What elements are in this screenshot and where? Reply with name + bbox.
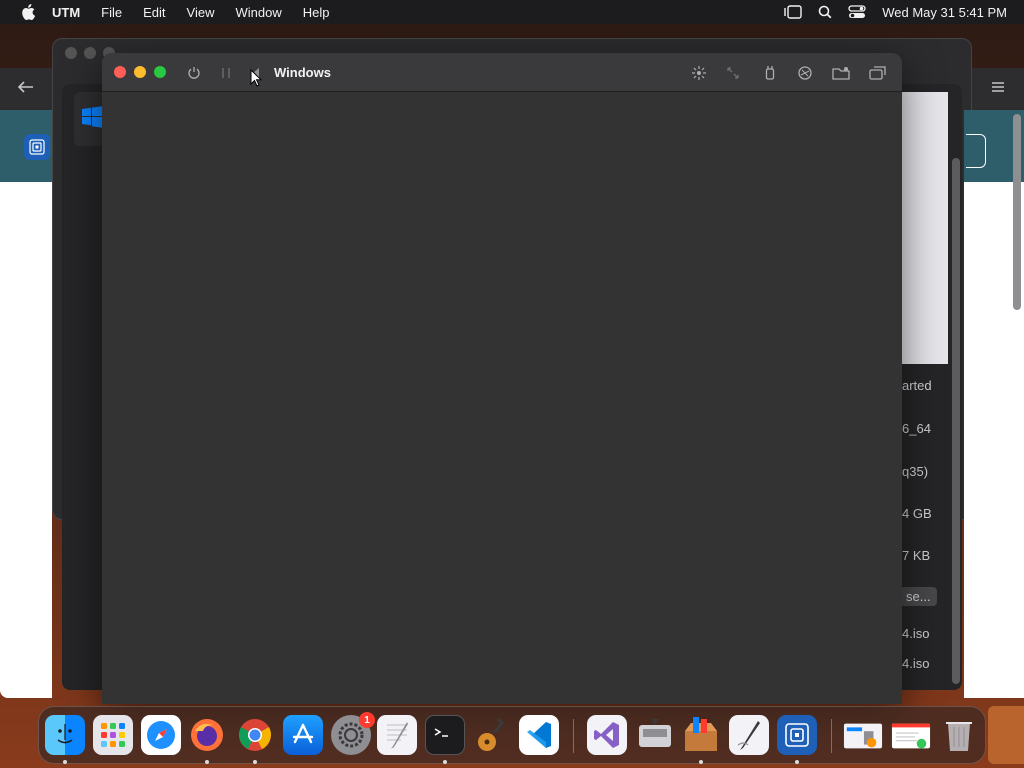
menu-bar-clock[interactable]: Wed May 31 5:41 PM (882, 5, 1007, 20)
menu-edit[interactable]: Edit (143, 5, 165, 20)
vm-panel-scrollbar[interactable] (952, 158, 960, 684)
system-settings-icon[interactable]: 1 (331, 712, 375, 755)
shared-folder-icon[interactable] (832, 64, 850, 82)
archive-icon[interactable] (681, 715, 721, 755)
library-minimize-button[interactable] (84, 47, 96, 59)
vm-machine: q35) (902, 464, 929, 479)
menu-app-name[interactable]: UTM (52, 5, 80, 20)
utm-icon[interactable] (777, 715, 817, 755)
menu-view[interactable]: View (187, 5, 215, 20)
display-icon[interactable] (690, 64, 708, 82)
vm-screen[interactable] (102, 92, 902, 704)
menu-window[interactable]: Window (235, 5, 281, 20)
garageband-icon[interactable] (471, 715, 511, 755)
vm-window-titlebar[interactable]: Windows (102, 53, 902, 92)
chrome-icon[interactable] (235, 715, 275, 755)
vm-status: arted (902, 378, 932, 393)
windows-icon[interactable] (869, 64, 887, 82)
downloads-stack-icon[interactable] (843, 715, 883, 755)
spotlight-search-icon[interactable] (818, 5, 832, 19)
close-button[interactable] (114, 66, 126, 78)
vm-browse-button[interactable]: se... (900, 587, 937, 606)
finder-icon[interactable] (45, 715, 85, 755)
drive-icon[interactable] (796, 64, 814, 82)
documents-stack-icon[interactable] (891, 715, 931, 755)
library-close-button[interactable] (65, 47, 77, 59)
vscode-icon[interactable] (519, 715, 559, 755)
dock-separator-stacks (831, 719, 832, 753)
trash-icon[interactable] (939, 715, 979, 755)
menu-file[interactable]: File (101, 5, 122, 20)
vm-architecture: 6_64 (902, 421, 931, 436)
utm-running-indicator (795, 760, 799, 764)
terminal-running-indicator (443, 760, 447, 764)
vm-window-title: Windows (274, 65, 331, 80)
vm-memory: 4 GB (902, 506, 932, 521)
back-arrow-icon[interactable] (17, 80, 34, 98)
terminal-icon[interactable] (425, 715, 465, 755)
desktop-edge-item (988, 706, 1024, 764)
browser-scrollbar[interactable] (1013, 114, 1021, 310)
vm-display-window: Windows (102, 53, 902, 704)
stage-manager-icon[interactable] (784, 5, 802, 19)
vm-window-controls (114, 66, 166, 78)
mouse-cursor-icon (250, 68, 263, 92)
textedit-icon[interactable] (377, 715, 417, 755)
menu-help[interactable]: Help (303, 5, 330, 20)
browser-toolbar-right (972, 68, 1024, 110)
menu-bar: UTM File Edit View Window Help Wed May 3… (0, 0, 1024, 24)
archive-running-indicator (699, 760, 703, 764)
bootcamp-icon[interactable] (635, 715, 675, 755)
script-editor-icon[interactable] (729, 715, 769, 755)
resize-icon[interactable] (724, 64, 742, 82)
maximize-button[interactable] (154, 66, 166, 78)
power-icon[interactable] (185, 64, 203, 82)
vm-cd-drive-1: 4.iso (902, 626, 930, 641)
control-center-icon[interactable] (848, 5, 866, 19)
dock: 1 (38, 706, 986, 764)
utm-logo-icon (24, 134, 50, 160)
firefox-running-indicator (205, 760, 209, 764)
pause-icon[interactable] (217, 64, 235, 82)
vm-size: 7 KB (902, 548, 931, 563)
windows-logo-icon (82, 106, 104, 133)
browser-toolbar-left (0, 68, 52, 110)
hamburger-menu-icon[interactable] (991, 80, 1005, 98)
vm-cd-drive-2: 4.iso (902, 656, 930, 671)
dock-separator (573, 719, 574, 753)
page-body-left (0, 182, 52, 698)
minimize-button[interactable] (134, 66, 146, 78)
firefox-icon[interactable] (187, 715, 227, 755)
launchpad-icon[interactable] (93, 715, 133, 755)
usb-icon[interactable] (761, 64, 779, 82)
finder-running-indicator (63, 760, 67, 764)
apple-menu-icon[interactable] (16, 4, 40, 20)
chrome-running-indicator (253, 760, 257, 764)
page-header-button[interactable] (966, 134, 986, 168)
safari-icon[interactable] (141, 715, 181, 755)
app-store-icon[interactable] (283, 715, 323, 755)
vm-preview-thumbnail (900, 92, 948, 364)
system-settings-badge: 1 (359, 712, 375, 728)
visual-studio-icon[interactable] (587, 715, 627, 755)
